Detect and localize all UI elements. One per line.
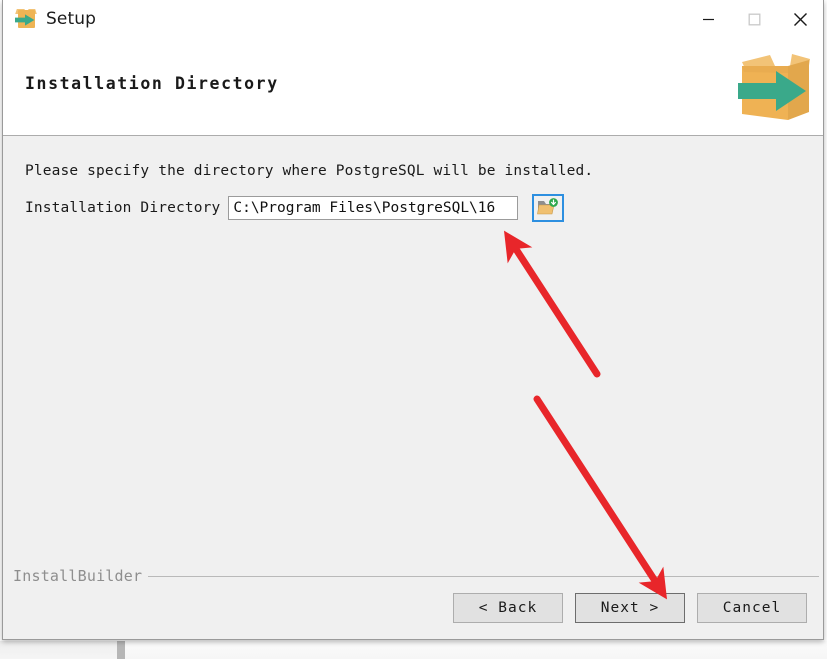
- installation-directory-input[interactable]: C:\Program Files\PostgreSQL\16: [228, 196, 519, 220]
- setup-box-arrow-icon: [15, 8, 37, 30]
- browse-folder-button[interactable]: [532, 194, 565, 222]
- installation-directory-label: Installation Directory: [25, 200, 221, 216]
- cancel-button[interactable]: Cancel: [697, 593, 807, 623]
- installbuilder-box-arrow-logo: [738, 54, 810, 120]
- folder-browse-icon: [537, 198, 559, 215]
- footer-separator: [148, 576, 819, 577]
- installation-directory-row: Installation Directory C:\Program Files\…: [25, 193, 565, 223]
- window-title: Setup: [46, 9, 96, 29]
- next-button[interactable]: Next >: [575, 593, 685, 623]
- background-left-panel: [0, 641, 117, 659]
- instruction-text: Please specify the directory where Postg…: [25, 163, 594, 179]
- background-vertical-divider: [117, 641, 125, 659]
- footer-area: InstallBuilder < Back Next > Cancel: [3, 561, 823, 639]
- minimize-icon[interactable]: [685, 0, 731, 38]
- header-band: Installation Directory: [3, 38, 823, 136]
- page-title: Installation Directory: [25, 74, 279, 93]
- title-bar[interactable]: Setup: [3, 0, 823, 38]
- back-button[interactable]: < Back: [453, 593, 563, 623]
- maximize-icon[interactable]: [731, 0, 777, 38]
- setup-window: Setup Installation Directory Please spec…: [2, 0, 824, 640]
- window-controls: [685, 0, 823, 38]
- footer-buttons: < Back Next > Cancel: [453, 593, 807, 623]
- close-icon[interactable]: [777, 0, 823, 38]
- installbuilder-brand-label: InstallBuilder: [13, 567, 143, 585]
